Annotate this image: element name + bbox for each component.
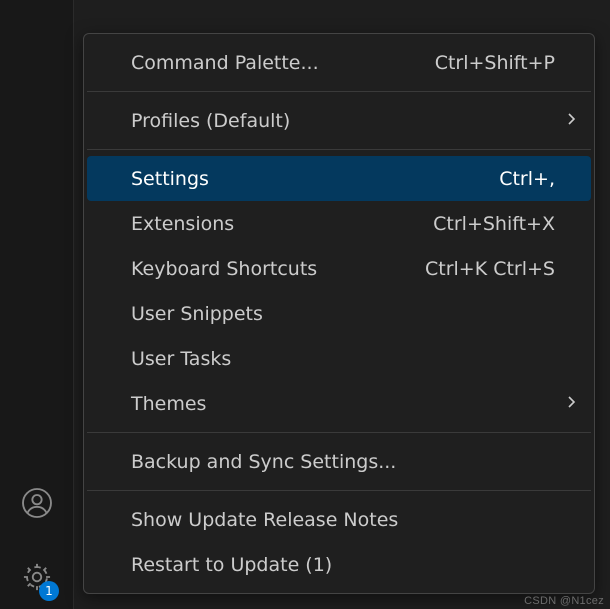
- menu-item[interactable]: User Tasks: [87, 336, 591, 381]
- menu-item[interactable]: Keyboard Shortcuts Ctrl+K Ctrl+S: [87, 246, 591, 291]
- chevron-right-icon: [563, 393, 579, 415]
- manage-badge: 1: [39, 581, 59, 601]
- menu-item-label: User Tasks: [131, 348, 231, 370]
- menu-item-label: User Snippets: [131, 303, 263, 325]
- menu-item-shortcut: Ctrl+Shift+P: [435, 52, 555, 74]
- menu-item-label: Show Update Release Notes: [131, 509, 398, 531]
- activity-bar: 1: [0, 0, 74, 609]
- menu-item[interactable]: Extensions Ctrl+Shift+X: [87, 201, 591, 246]
- accounts-button[interactable]: [19, 487, 55, 523]
- menu-item[interactable]: Backup and Sync Settings...: [87, 439, 591, 484]
- menu-item[interactable]: Profiles (Default): [87, 98, 591, 143]
- watermark: CSDN @N1cez: [524, 595, 604, 607]
- menu-item-label: Profiles (Default): [131, 110, 290, 132]
- menu-item-label: Restart to Update (1): [131, 554, 332, 576]
- menu-item-label: Command Palette...: [131, 52, 319, 74]
- menu-item[interactable]: Show Update Release Notes: [87, 497, 591, 542]
- menu-item[interactable]: Restart to Update (1): [87, 542, 591, 587]
- menu-item-label: Keyboard Shortcuts: [131, 258, 317, 280]
- menu-item-shortcut: Ctrl+K Ctrl+S: [425, 258, 555, 280]
- menu-item-shortcut: Ctrl+,: [499, 168, 555, 190]
- menu-item[interactable]: Settings Ctrl+,: [87, 156, 591, 201]
- menu-separator: [87, 432, 591, 433]
- manage-menu: Command Palette... Ctrl+Shift+P Profiles (…: [83, 33, 595, 594]
- menu-item[interactable]: Themes: [87, 381, 591, 426]
- activity-bar-bottom: 1: [0, 487, 74, 597]
- menu-item-label: Themes: [131, 393, 206, 415]
- menu-item-label: Settings: [131, 168, 209, 190]
- menu-separator: [87, 490, 591, 491]
- manage-button[interactable]: 1: [19, 561, 55, 597]
- chevron-right-icon: [563, 110, 579, 132]
- menu-item-shortcut: Ctrl+Shift+X: [433, 213, 555, 235]
- menu-separator: [87, 91, 591, 92]
- account-icon: [21, 487, 53, 523]
- menu-item[interactable]: Command Palette... Ctrl+Shift+P: [87, 40, 591, 85]
- menu-item-label: Extensions: [131, 213, 234, 235]
- menu-item[interactable]: User Snippets: [87, 291, 591, 336]
- menu-item-label: Backup and Sync Settings...: [131, 451, 396, 473]
- menu-separator: [87, 149, 591, 150]
